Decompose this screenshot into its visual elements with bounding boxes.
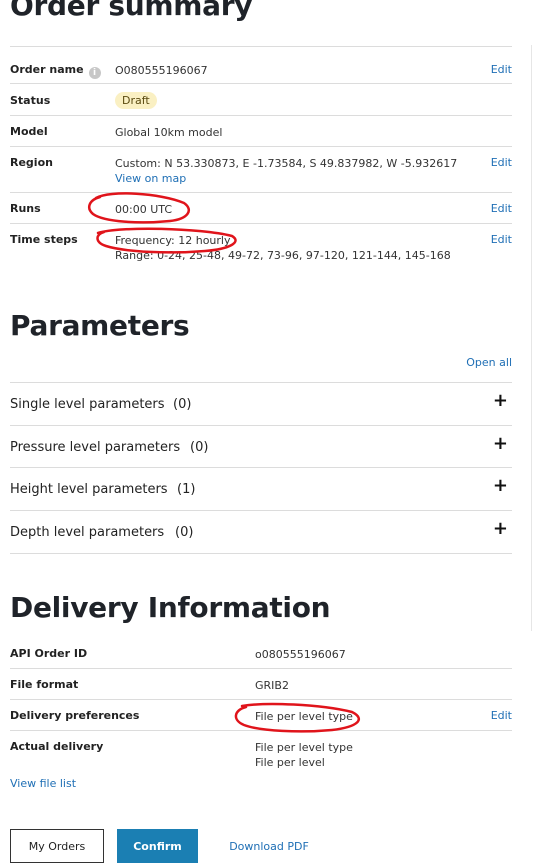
status-badge-wrap: Draft [115, 92, 157, 109]
actual-delivery-value: File per level type File per level [255, 740, 353, 770]
accordion-label: Pressure level parameters [10, 440, 181, 455]
accordion-bottom-divider [10, 553, 512, 554]
region-label: Region [10, 156, 53, 169]
region-row: Region Custom: N 53.330873, E -1.73584, … [10, 147, 512, 193]
time-steps-label: Time steps [10, 233, 78, 246]
actual-delivery-line-2: File per level [255, 756, 325, 769]
delivery-title: Delivery Information [10, 591, 331, 624]
parameters-title: Parameters [10, 309, 190, 342]
file-format-row: File format GRIB2 [10, 669, 512, 700]
plus-icon[interactable]: + [493, 392, 508, 410]
accordion-count: (0) [190, 440, 209, 455]
frequency-text: Frequency: 12 hourly [115, 234, 231, 247]
api-order-id-label: API Order ID [10, 647, 88, 660]
download-pdf-link[interactable]: Download PDF [224, 829, 314, 863]
order-name-value: O080555196067 [115, 64, 208, 77]
accordion-count: (0) [175, 525, 194, 540]
time-steps-row: Time steps Frequency: 12 hourly Range: 0… [10, 224, 512, 270]
accordion-count: (0) [173, 397, 192, 412]
accordion-pressure-level[interactable]: Pressure level parameters (0) + [10, 425, 512, 468]
order-summary-title: Order summary [10, 0, 253, 22]
plus-icon[interactable]: + [493, 435, 508, 453]
info-icon[interactable]: i [88, 67, 101, 79]
runs-label: Runs [10, 202, 41, 215]
order-name-label-text: Order name [10, 63, 84, 76]
my-orders-button[interactable]: My Orders [10, 829, 104, 863]
delivery-preferences-value: File per level type [255, 710, 353, 723]
right-divider [531, 45, 532, 631]
runs-value: 00:00 UTC [115, 203, 173, 216]
status-badge: Draft [115, 92, 157, 109]
api-order-id-row: API Order ID o080555196067 [10, 638, 512, 669]
accordion-depth-level[interactable]: Depth level parameters (0) + [10, 510, 512, 553]
range-text: Range: 0-24, 25-48, 49-72, 73-96, 97-120… [115, 249, 451, 262]
actual-delivery-label: Actual delivery [10, 740, 104, 753]
region-value: Custom: N 53.330873, E -1.73584, S 49.83… [115, 156, 457, 186]
accordion-single-level[interactable]: Single level parameters (0) + [10, 382, 512, 425]
edit-time-steps-link[interactable]: Edit [491, 233, 512, 246]
model-value: Global 10km model [115, 126, 223, 139]
view-on-map-link[interactable]: View on map [115, 172, 186, 185]
model-label: Model [10, 125, 48, 138]
accordion-count: (1) [177, 482, 196, 497]
edit-delivery-preferences-link[interactable]: Edit [491, 709, 512, 722]
plus-icon[interactable]: + [493, 477, 508, 495]
status-row: Status Draft [10, 85, 512, 116]
file-format-value: GRIB2 [255, 679, 289, 692]
confirm-button[interactable]: Confirm [117, 829, 198, 863]
file-format-label: File format [10, 678, 79, 691]
actual-delivery-row: Actual delivery File per level type File… [10, 731, 512, 771]
model-row: Model Global 10km model [10, 116, 512, 147]
actual-delivery-line-1: File per level type [255, 741, 353, 754]
edit-order-name-link[interactable]: Edit [491, 63, 512, 76]
summary-top-divider [10, 46, 512, 47]
accordion-label: Single level parameters [10, 397, 165, 412]
accordion-label: Height level parameters [10, 482, 168, 497]
open-all-link[interactable]: Open all [466, 356, 512, 369]
accordion-height-level[interactable]: Height level parameters (1) + [10, 467, 512, 510]
time-steps-value: Frequency: 12 hourly Range: 0-24, 25-48,… [115, 233, 451, 263]
delivery-preferences-label: Delivery preferences [10, 709, 140, 722]
delivery-preferences-row: Delivery preferences File per level type… [10, 700, 512, 731]
order-name-row: Order name i O080555196067 Edit [10, 54, 512, 84]
region-coordinates: Custom: N 53.330873, E -1.73584, S 49.83… [115, 157, 458, 170]
runs-row: Runs 00:00 UTC Edit [10, 193, 512, 224]
plus-icon[interactable]: + [493, 520, 508, 538]
view-file-list-link[interactable]: View file list [10, 777, 76, 790]
accordion-label: Depth level parameters [10, 525, 165, 540]
order-name-label: Order name i [10, 63, 101, 79]
api-order-id-value: o080555196067 [255, 648, 346, 661]
edit-region-link[interactable]: Edit [491, 156, 512, 169]
status-label: Status [10, 94, 51, 107]
edit-runs-link[interactable]: Edit [491, 202, 512, 215]
